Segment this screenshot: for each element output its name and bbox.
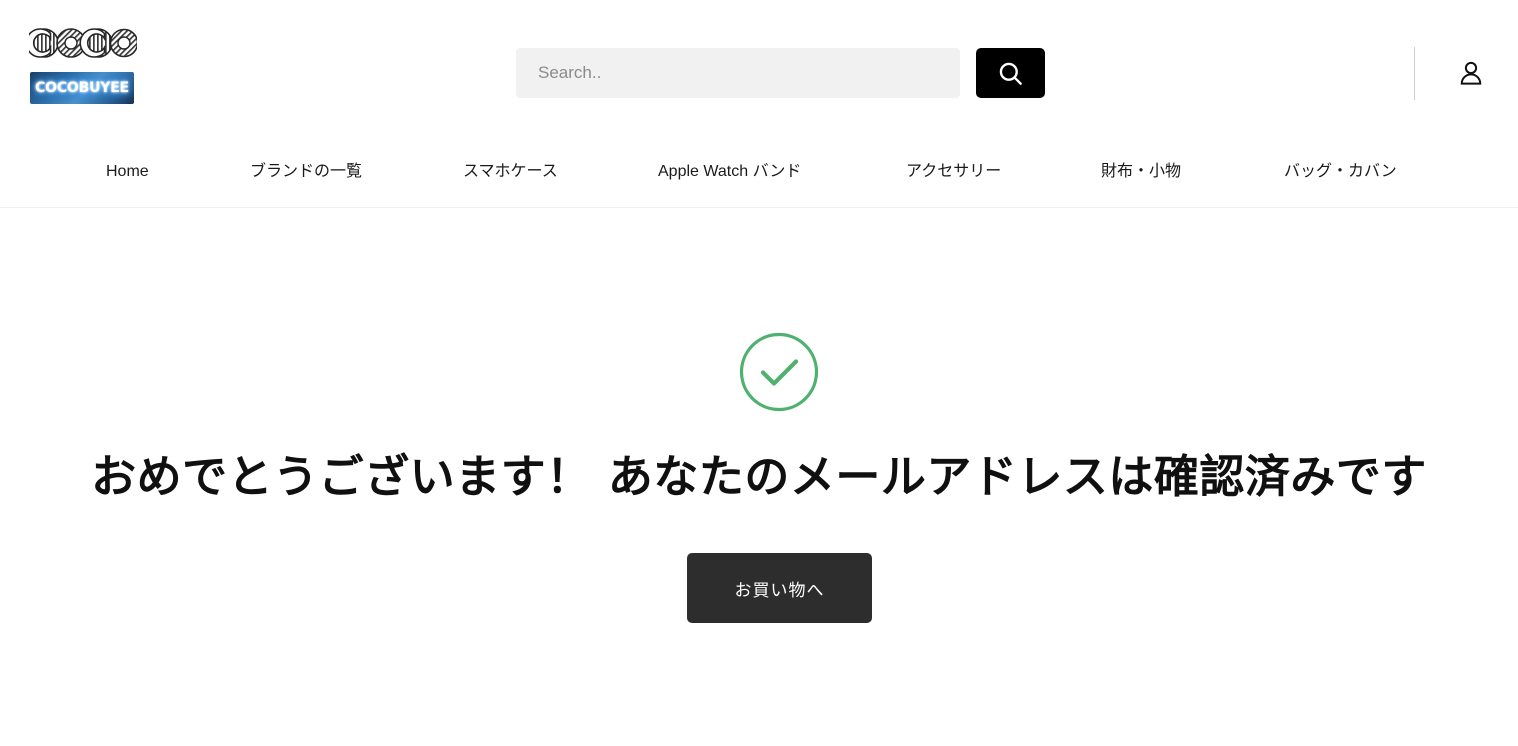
main-content: おめでとうございます！ あなたのメールアドレスは確認済みです お買い物へ [0,208,1518,746]
coco-wordmark-icon [29,28,137,58]
brand-neon-badge: COCOBUYEE [30,72,134,104]
check-circle-icon [739,332,819,412]
page-title: おめでとうございます！ あなたのメールアドレスは確認済みです [91,450,1427,503]
user-icon [1460,61,1482,85]
site-header: COCOBUYEE Home ブランドの一覧 スマホケース Apple Watc… [0,0,1518,208]
primary-navigation: Home ブランドの一覧 スマホケース Apple Watch バンド アクセサ… [0,148,1518,202]
brand-name: COCOBUYEE [35,80,129,96]
header-divider [1414,47,1415,100]
search-icon [999,62,1022,85]
search-input[interactable] [516,48,961,98]
search-bar [516,48,1045,98]
go-shopping-button[interactable]: お買い物へ [687,553,872,623]
nav-item-brand-list[interactable]: ブランドの一覧 [250,164,362,180]
search-submit-button[interactable] [976,48,1045,98]
nav-item-home[interactable]: Home [106,164,149,180]
nav-item-wallets-small-goods[interactable]: 財布・小物 [1101,164,1181,180]
nav-item-phone-cases[interactable]: スマホケース [463,164,558,180]
nav-item-accessories[interactable]: アクセサリー [906,164,1001,180]
site-logo[interactable]: COCOBUYEE [29,26,139,112]
nav-item-apple-watch-bands[interactable]: Apple Watch バンド [658,164,801,180]
account-button[interactable] [1452,54,1490,92]
nav-item-bags[interactable]: バッグ・カバン [1284,164,1397,180]
